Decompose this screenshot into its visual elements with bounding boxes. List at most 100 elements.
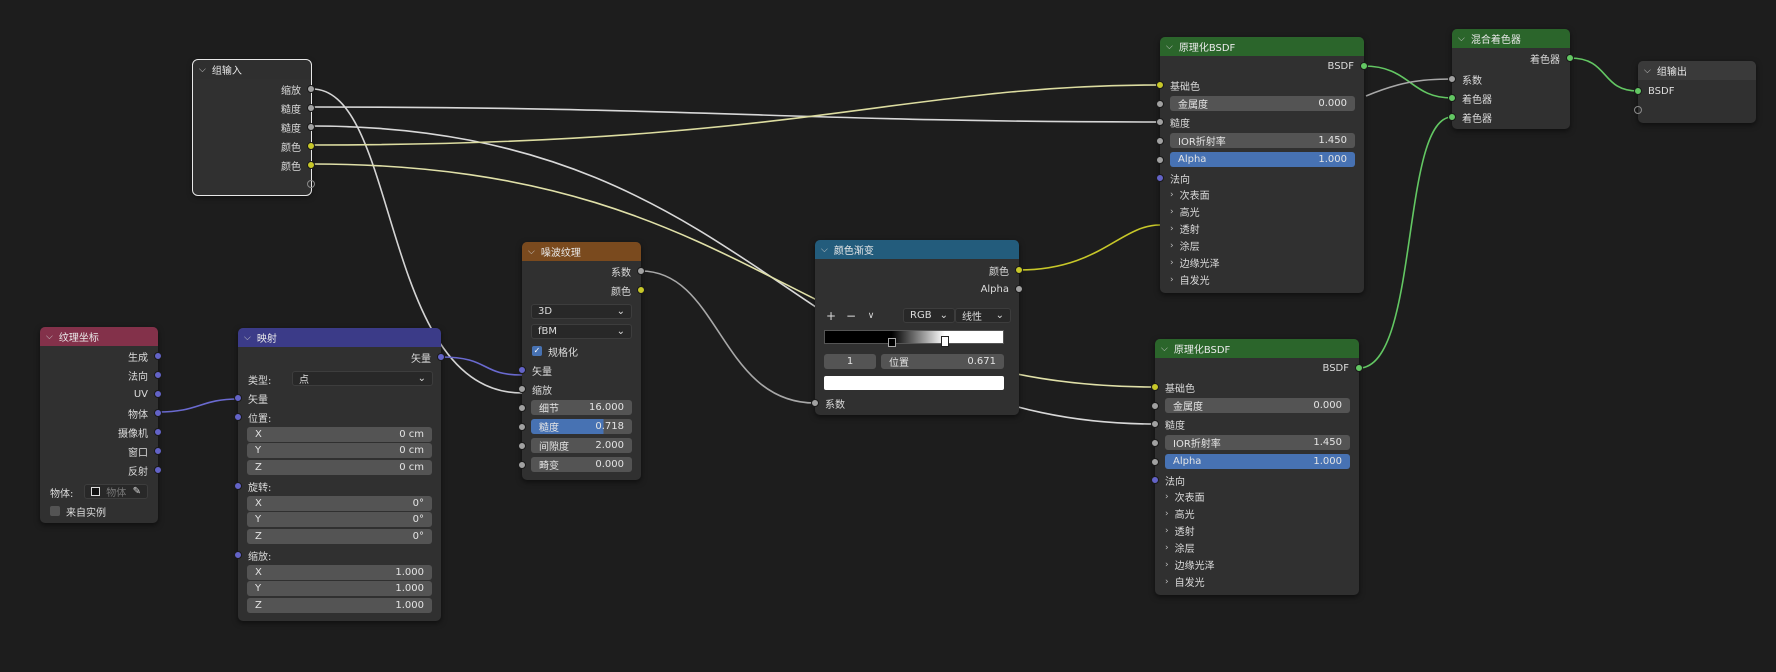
group-output-header[interactable]: ⌵ 组输出 <box>1638 61 1756 80</box>
principled-bsdf-node-2[interactable]: ⌵ 原理化BSDF BSDF 基础色 金属度 0.000 糙度 IOR折射率 1.4… <box>1151 339 1363 595</box>
socket-distortion[interactable] <box>518 461 526 469</box>
collapse-chevron-icon[interactable]: ⌵ <box>1458 34 1465 44</box>
roughness-field[interactable]: 糙度 0.718 <box>531 419 632 434</box>
socket-window[interactable] <box>154 447 162 455</box>
socket-scale-in[interactable] <box>518 385 526 393</box>
color-ramp-gradient[interactable] <box>824 330 1004 344</box>
socket-rotation[interactable] <box>234 482 242 490</box>
from-instancer-checkbox[interactable] <box>50 506 60 516</box>
collapse-chevron-icon[interactable]: ⌵ <box>244 333 251 343</box>
socket-empty[interactable] <box>307 180 315 188</box>
collapse-chevron-icon[interactable]: ⌵ <box>821 245 828 255</box>
socket-vector-out[interactable] <box>437 353 445 361</box>
mapping-node[interactable]: ⌵ 映射 矢量 类型: 点 ⌄ 矢量 位置: X0 cm Y0 cm Z0 cm … <box>234 328 445 621</box>
interpolation-dropdown[interactable]: 线性 ⌄ <box>955 308 1011 323</box>
scale-x-field[interactable]: X 1.000 <box>247 565 432 580</box>
socket-color-2[interactable] <box>307 161 315 169</box>
color-stop-black[interactable] <box>887 338 896 347</box>
socket-base-color[interactable] <box>1151 383 1159 391</box>
socket-roughness-1[interactable] <box>307 104 315 112</box>
alpha-field[interactable]: Alpha 1.000 <box>1165 454 1350 469</box>
socket-color-out[interactable] <box>1015 266 1023 274</box>
socket-fac[interactable] <box>1448 75 1456 83</box>
remove-stop-button[interactable]: − <box>843 308 859 323</box>
alpha-field[interactable]: Alpha 1.000 <box>1170 152 1355 167</box>
texcoord-header[interactable]: ⌵ 纹理坐标 <box>40 327 158 346</box>
socket-base-color[interactable] <box>1156 81 1164 89</box>
location-x-field[interactable]: X0 cm <box>247 427 432 442</box>
panel-emission[interactable]: › 自发光 <box>1160 272 1364 288</box>
socket-alpha-out[interactable] <box>1015 285 1023 293</box>
stop-position-field[interactable]: 位置 0.671 <box>881 354 1004 369</box>
normalize-row[interactable]: ✓ 规格化 <box>522 343 641 359</box>
panel-transmission[interactable]: › 透射 <box>1160 221 1364 237</box>
type-dropdown[interactable]: 点 ⌄ <box>292 371 433 386</box>
add-stop-button[interactable]: + <box>823 308 839 323</box>
panel-subsurface[interactable]: › 次表面 <box>1160 187 1364 203</box>
lacunarity-field[interactable]: 间隙度 2.000 <box>531 438 632 453</box>
stop-color-swatch[interactable] <box>824 376 1004 390</box>
panel-sheen[interactable]: › 边缘光泽 <box>1155 557 1359 573</box>
ramp-header[interactable]: ⌵ 颜色渐变 <box>815 240 1019 259</box>
socket-scale[interactable] <box>234 551 242 559</box>
mix-shader-node[interactable]: ⌵ 混合着色器 着色器 系数 着色器 着色器 <box>1448 29 1574 129</box>
scale-y-field[interactable]: Y 1.000 <box>247 581 432 596</box>
socket-bsdf-in[interactable] <box>1634 87 1642 95</box>
collapse-chevron-icon[interactable]: ⌵ <box>1644 66 1651 76</box>
noise-type-dropdown[interactable]: fBM ⌄ <box>531 324 632 339</box>
panel-subsurface[interactable]: › 次表面 <box>1155 489 1359 505</box>
socket-roughness[interactable] <box>518 423 526 431</box>
location-y-field[interactable]: Y0 cm <box>247 443 432 458</box>
collapse-chevron-icon[interactable]: ⌵ <box>46 332 53 342</box>
panel-specular[interactable]: › 高光 <box>1160 204 1364 220</box>
socket-ior[interactable] <box>1151 439 1159 447</box>
panel-emission[interactable]: › 自发光 <box>1155 574 1359 590</box>
normalize-checkbox[interactable]: ✓ <box>532 346 542 356</box>
socket-bsdf-out[interactable] <box>1355 364 1363 372</box>
panel-transmission[interactable]: › 透射 <box>1155 523 1359 539</box>
socket-bsdf-out[interactable] <box>1360 62 1368 70</box>
socket-reflection[interactable] <box>154 466 162 474</box>
eyedropper-icon[interactable]: ✎ <box>133 486 141 497</box>
mapping-header[interactable]: ⌵ 映射 <box>238 328 441 347</box>
object-picker[interactable]: 物体 ✎ <box>84 484 148 499</box>
bsdf1-header[interactable]: ⌵ 原理化BSDF <box>1160 37 1364 56</box>
socket-object[interactable] <box>154 409 162 417</box>
socket-fac[interactable] <box>637 267 645 275</box>
location-z-field[interactable]: Z0 cm <box>247 460 432 475</box>
socket-detail[interactable] <box>518 404 526 412</box>
socket-metallic[interactable] <box>1156 100 1164 108</box>
color-mode-dropdown[interactable]: RGB ⌄ <box>903 308 955 323</box>
bsdf2-header[interactable]: ⌵ 原理化BSDF <box>1155 339 1359 358</box>
socket-ior[interactable] <box>1156 137 1164 145</box>
mix-header[interactable]: ⌵ 混合着色器 <box>1452 29 1570 48</box>
from-instancer-row[interactable]: 来自实例 <box>40 503 158 519</box>
group-input-node[interactable]: ⌵ 组输入 缩放 糙度 糙度 颜色 颜色 <box>192 59 315 196</box>
distortion-field[interactable]: 畸变 0.000 <box>531 457 632 472</box>
ramp-menu-button[interactable]: ∨ <box>863 308 879 323</box>
socket-normal[interactable] <box>1151 476 1159 484</box>
panel-coat[interactable]: › 涂层 <box>1160 238 1364 254</box>
rotation-z-field[interactable]: Z 0° <box>247 529 432 544</box>
socket-alpha[interactable] <box>1156 156 1164 164</box>
collapse-chevron-icon[interactable]: ⌵ <box>199 65 206 75</box>
socket-normal[interactable] <box>1156 174 1164 182</box>
socket-vector-in[interactable] <box>518 366 526 374</box>
socket-lacunarity[interactable] <box>518 442 526 450</box>
noise-texture-node[interactable]: ⌵ 噪波纹理 系数 颜色 3D ⌄ fBM ⌄ ✓ 规格化 矢量 缩放 细节 16.0… <box>518 242 645 480</box>
collapse-chevron-icon[interactable]: ⌵ <box>1166 42 1173 52</box>
socket-roughness-2[interactable] <box>307 123 315 131</box>
socket-shader-1[interactable] <box>1448 94 1456 102</box>
panel-sheen[interactable]: › 边缘光泽 <box>1160 255 1364 271</box>
group-input-header[interactable]: ⌵ 组输入 <box>193 60 311 79</box>
socket-fac-in[interactable] <box>811 399 819 407</box>
ior-field[interactable]: IOR折射率 1.450 <box>1170 133 1355 148</box>
collapse-chevron-icon[interactable]: ⌵ <box>528 247 535 257</box>
socket-roughness[interactable] <box>1151 420 1159 428</box>
socket-shader-2[interactable] <box>1448 113 1456 121</box>
scale-z-field[interactable]: Z 1.000 <box>247 598 432 613</box>
collapse-chevron-icon[interactable]: ⌵ <box>1161 344 1168 354</box>
noise-header[interactable]: ⌵ 噪波纹理 <box>522 242 641 261</box>
color-stop-white-active[interactable] <box>940 336 949 347</box>
rotation-x-field[interactable]: X 0° <box>247 496 432 511</box>
